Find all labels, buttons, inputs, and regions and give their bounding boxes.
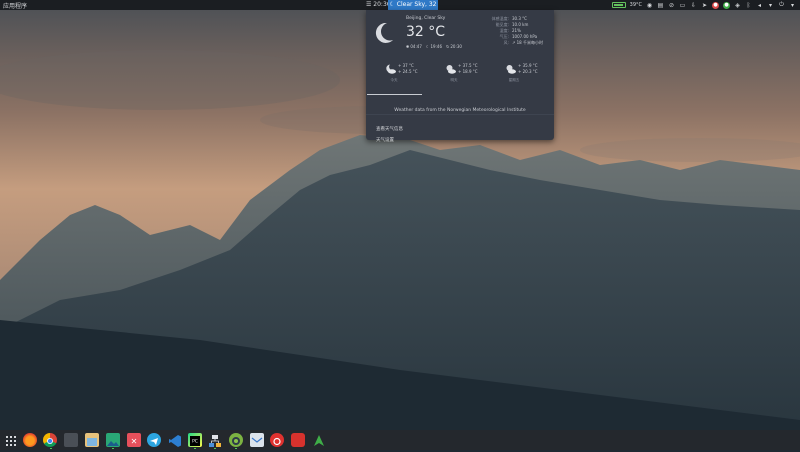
app-tray-icon[interactable]: ● xyxy=(723,1,730,9)
android-icon[interactable] xyxy=(312,433,326,447)
keyboard-icon[interactable]: ▤ xyxy=(657,2,664,9)
weather-indicator[interactable]: ☾ Clear Sky, 32 °C xyxy=(388,0,438,18)
sunrise-icon: ✺ xyxy=(406,44,410,49)
screenshot-icon[interactable]: ◉ xyxy=(646,2,653,9)
cpu-temperature[interactable]: 39°C xyxy=(630,2,642,9)
dock: ✕ PC xyxy=(0,430,800,450)
cloud-sun-icon xyxy=(446,65,456,74)
sync-icon[interactable]: ⊘ xyxy=(668,2,675,9)
location-label: Beijing, Clear Sky xyxy=(406,16,446,21)
volume-icon[interactable]: ◂ xyxy=(756,2,763,9)
forecast-temps: + 35.9 °C + 20.3 °C xyxy=(518,63,538,75)
bluetooth-icon[interactable]: ᛒ xyxy=(745,2,752,9)
detail-row: 风: ↗ 18 千米每小时 xyxy=(479,40,543,46)
shield-icon[interactable]: ◈ xyxy=(734,2,741,9)
system-tray: 39°C ◉ ▤ ⊘ ▭ ⇩ ➤ ● ● ◈ ᛒ ◂ ▾ ⏻ ▾ xyxy=(611,0,796,10)
svg-text:✕: ✕ xyxy=(131,437,138,446)
running-indicator xyxy=(194,448,196,449)
power-icon[interactable]: ⏻ xyxy=(778,1,785,9)
svg-text:PC: PC xyxy=(192,439,198,445)
forecast-temps: + 37.5 °C + 18.9 °C xyxy=(458,63,478,75)
vscode-icon[interactable] xyxy=(168,433,182,447)
sunset-time: 19:46 xyxy=(430,44,443,49)
weather-settings-menu-item[interactable]: 天气设置 xyxy=(376,137,394,143)
mail-icon[interactable] xyxy=(250,433,264,447)
running-indicator xyxy=(112,448,114,449)
forecast-tomorrow[interactable]: + 37.5 °C + 18.9 °C 明天 xyxy=(426,60,482,94)
sunrise-time: 04:47 xyxy=(410,44,422,49)
forecast-temps: + 37 °C + 24.5 °C xyxy=(398,63,418,75)
xmind-icon[interactable]: ✕ xyxy=(127,433,141,447)
forecast-row: + 37 °C + 24.5 °C 今天 + 37.5 °C + 18.9 °C 明… xyxy=(366,60,554,94)
app-grid-icon[interactable] xyxy=(4,433,18,447)
forecast-low: + 24.5 °C xyxy=(398,69,418,74)
chrome-icon[interactable] xyxy=(43,433,57,447)
forecast-day: 今天 xyxy=(390,78,398,82)
forecast-day: 明天 xyxy=(450,78,458,82)
detail-value: ↗ 18 千米每小时 xyxy=(512,40,543,45)
clock[interactable]: ☰ 20:36 xyxy=(366,1,391,8)
running-indicator xyxy=(50,448,52,449)
refresh-icon: ↻ xyxy=(446,44,450,49)
selected-day-indicator xyxy=(367,94,422,95)
sunset-icon: ☾ xyxy=(425,44,430,49)
detail-key: 风: xyxy=(503,40,509,45)
moon-cloud-icon xyxy=(386,64,396,74)
forecast-day-after[interactable]: + 35.9 °C + 20.3 °C 星期五 xyxy=(486,60,542,94)
android-studio-icon[interactable] xyxy=(229,433,243,447)
wifi-icon[interactable]: ▾ xyxy=(767,2,774,9)
data-credit[interactable]: Weather data from the Norwegian Meteorol… xyxy=(366,108,554,113)
netease-tray-icon[interactable]: ● xyxy=(712,1,719,9)
pycharm-icon[interactable]: PC xyxy=(188,433,202,447)
arrow-down-icon[interactable]: ▾ xyxy=(789,2,796,9)
forecast-low: + 18.9 °C xyxy=(458,69,478,74)
display-icon[interactable]: ▭ xyxy=(679,2,686,9)
current-temperature: 32 °C xyxy=(406,24,446,40)
network-icon[interactable] xyxy=(208,433,222,447)
top-panel: 应用程序 ☰ 20:36 ☾ Clear Sky, 32 °C 39°C ◉ ▤… xyxy=(0,0,800,18)
red-app-icon[interactable] xyxy=(291,433,305,447)
firefox-icon[interactable] xyxy=(23,433,37,447)
forecast-low: + 20.3 °C xyxy=(518,69,538,74)
applications-menu[interactable]: 应用程序 xyxy=(3,1,27,10)
image-viewer-icon[interactable] xyxy=(106,433,120,447)
running-indicator xyxy=(235,448,237,449)
weather-details: 体感温度: 30.3 °C 能见度: 10.0 km 湿度: 21% 气压: 1007.… xyxy=(479,16,543,46)
update-time: 20:30 xyxy=(450,44,462,49)
running-indicator xyxy=(214,448,216,449)
sun-info: ✺ 04:47 ☾ 19:46 ↻ 20:30 xyxy=(406,44,462,49)
telegram-tray-icon[interactable]: ➤ xyxy=(701,2,708,9)
battery-icon[interactable] xyxy=(611,2,626,8)
netease-music-icon[interactable] xyxy=(270,433,284,447)
cloud-sun-icon xyxy=(506,65,516,74)
moon-icon xyxy=(375,22,393,43)
show-forecast-menu-item[interactable]: 查看天气信息 xyxy=(376,126,403,132)
weather-popup: Beijing, Clear Sky 32 °C ✺ 04:47 ☾ 19:46 ↻… xyxy=(366,10,554,143)
telegram-icon[interactable] xyxy=(147,433,161,447)
download-icon[interactable]: ⇩ xyxy=(690,2,697,9)
files-icon[interactable] xyxy=(85,433,99,447)
forecast-day: 星期五 xyxy=(508,78,520,82)
divider xyxy=(366,114,554,115)
forecast-today[interactable]: + 37 °C + 24.5 °C 今天 xyxy=(366,60,422,94)
terminal-icon[interactable] xyxy=(64,433,78,447)
